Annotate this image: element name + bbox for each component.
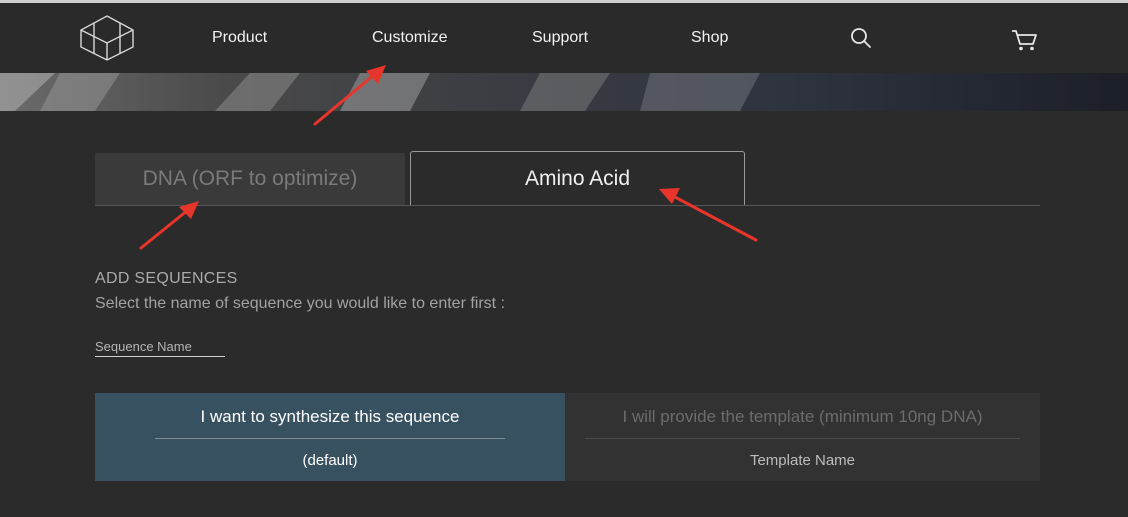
- tab-dna-orf[interactable]: DNA (ORF to optimize): [95, 153, 405, 205]
- nav-product[interactable]: Product: [212, 29, 267, 47]
- nav-customize[interactable]: Customize: [372, 29, 448, 47]
- template-option-button[interactable]: I will provide the template (minimum 10n…: [565, 393, 1040, 481]
- synthesize-option-button[interactable]: I want to synthesize this sequence (defa…: [95, 393, 565, 481]
- sequence-name-field[interactable]: Sequence Name: [95, 339, 225, 357]
- option-divider: [155, 438, 505, 439]
- logo-icon[interactable]: [78, 14, 136, 62]
- tab-amino-acid[interactable]: Amino Acid: [410, 151, 745, 206]
- option-divider: [585, 438, 1020, 439]
- hero-banner-image: [0, 73, 1128, 111]
- top-navbar: Product Customize Support Shop: [0, 3, 1128, 73]
- nav-shop[interactable]: Shop: [691, 29, 728, 47]
- synthesize-option-label: I want to synthesize this sequence: [200, 407, 460, 426]
- add-sequences-heading: ADD SEQUENCES: [95, 270, 238, 287]
- synthesize-option-default: (default): [302, 452, 358, 469]
- cart-icon[interactable]: [1010, 28, 1038, 52]
- add-sequences-instruction: Select the name of sequence you would li…: [95, 295, 506, 312]
- template-name-field[interactable]: Template Name: [565, 452, 1040, 469]
- nav-support[interactable]: Support: [532, 29, 588, 47]
- template-option-label: I will provide the template (minimum 10n…: [622, 407, 983, 426]
- search-icon[interactable]: [850, 27, 872, 49]
- tab-underline-divider: [95, 205, 1040, 206]
